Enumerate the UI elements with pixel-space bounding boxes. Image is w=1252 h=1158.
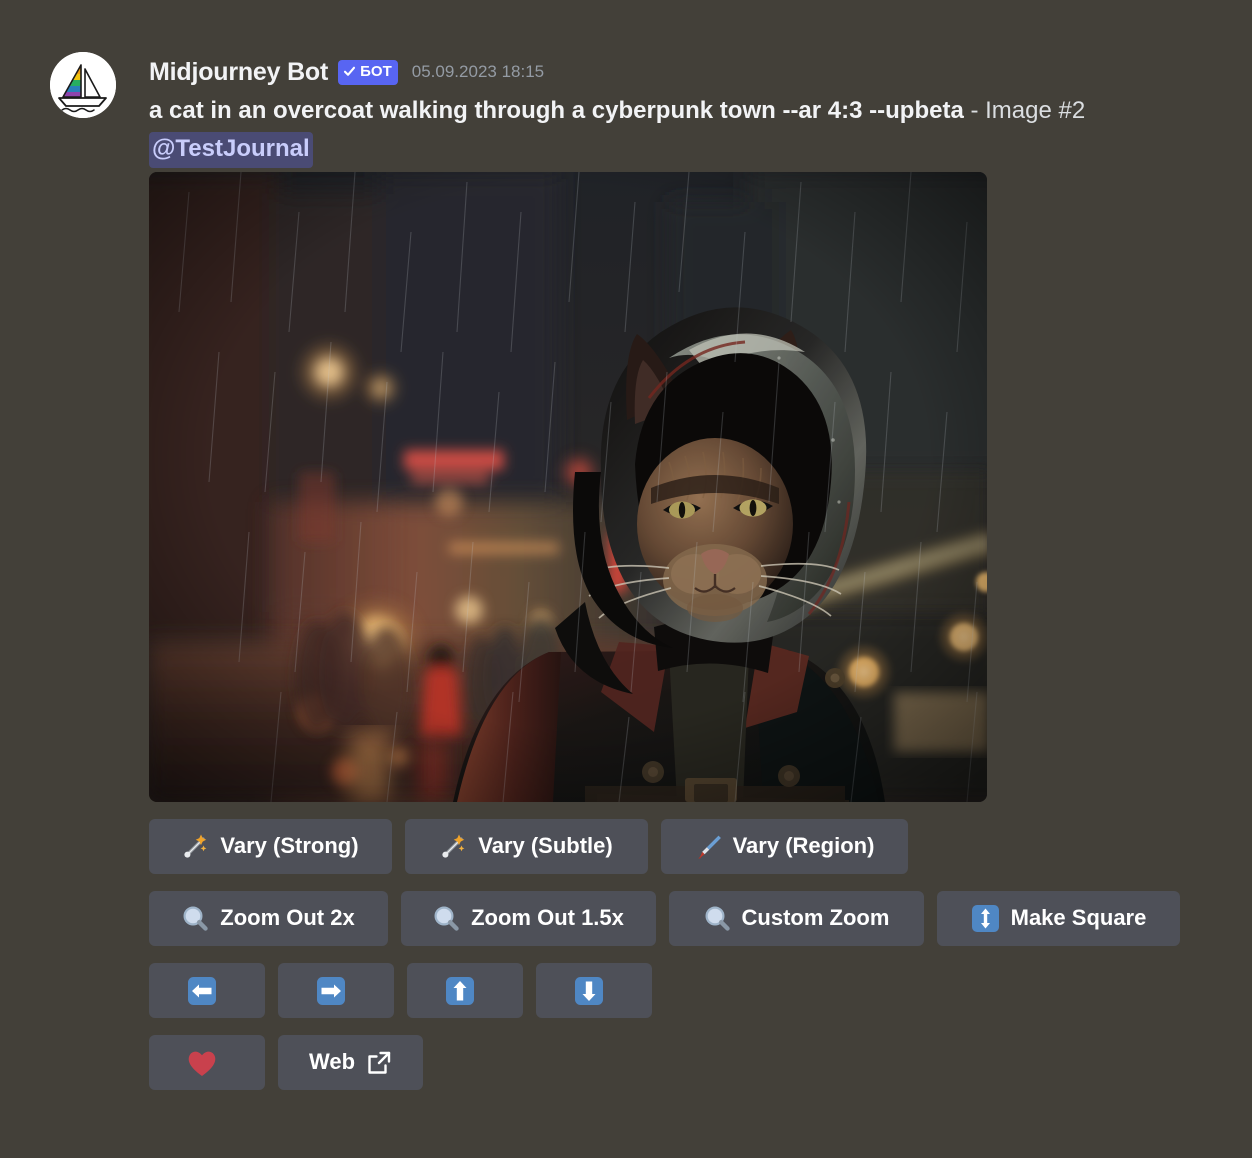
arrow-down-icon bbox=[574, 976, 604, 1006]
vary-region-button[interactable]: Vary (Region) bbox=[661, 819, 908, 874]
check-icon bbox=[343, 65, 356, 78]
heart-icon bbox=[186, 1048, 218, 1078]
magnifier-icon bbox=[433, 905, 460, 932]
author-name[interactable]: Midjourney Bot bbox=[149, 58, 328, 87]
arrow-up-icon bbox=[445, 976, 475, 1006]
zoom-out-1-5x-label: Zoom Out 1.5x bbox=[471, 905, 624, 930]
discord-message: Midjourney Bot БОТ 05.09.2023 18:15 a ca… bbox=[0, 0, 1252, 1158]
open-web-button[interactable]: Web bbox=[278, 1035, 423, 1090]
sailboat-rainbow-avatar-icon bbox=[50, 52, 116, 118]
vary-strong-button[interactable]: Vary (Strong) bbox=[149, 819, 392, 874]
avatar[interactable] bbox=[50, 52, 116, 118]
bot-badge-label: БОТ bbox=[360, 63, 392, 80]
arrow-left-icon bbox=[187, 976, 217, 1006]
pan-down-button[interactable] bbox=[536, 963, 652, 1018]
zoom-out-1-5x-button[interactable]: Zoom Out 1.5x bbox=[401, 891, 656, 946]
action-row-vary: Vary (Strong) Vary (Subtle) Vary (Region… bbox=[149, 819, 908, 874]
prompt-text: a cat in an overcoat walking through a c… bbox=[149, 97, 964, 124]
action-row-zoom: Zoom Out 2x Zoom Out 1.5x Custom Zoom Ma… bbox=[149, 891, 1180, 946]
prompt-image-index: - Image #2 bbox=[963, 97, 1086, 124]
mention-line: @TestJournal bbox=[149, 130, 1239, 168]
action-row-misc: Web bbox=[149, 1035, 423, 1090]
zoom-out-2x-button[interactable]: Zoom Out 2x bbox=[149, 891, 388, 946]
arrow-right-icon bbox=[316, 976, 346, 1006]
make-square-label: Make Square bbox=[1010, 905, 1147, 930]
magic-wand-icon bbox=[440, 833, 467, 860]
external-link-icon bbox=[366, 1050, 392, 1076]
magnifier-icon bbox=[704, 905, 731, 932]
zoom-out-2x-label: Zoom Out 2x bbox=[220, 905, 355, 930]
vary-subtle-button[interactable]: Vary (Subtle) bbox=[405, 819, 648, 874]
custom-zoom-button[interactable]: Custom Zoom bbox=[669, 891, 924, 946]
paintbrush-icon bbox=[695, 833, 722, 860]
pan-right-button[interactable] bbox=[278, 963, 394, 1018]
magnifier-icon bbox=[182, 905, 209, 932]
mention-testjournal[interactable]: @TestJournal bbox=[149, 132, 313, 168]
favorite-button[interactable] bbox=[149, 1035, 265, 1090]
custom-zoom-label: Custom Zoom bbox=[741, 905, 890, 930]
action-row-pan bbox=[149, 963, 652, 1018]
web-label: Web bbox=[308, 1049, 356, 1074]
vary-subtle-label: Vary (Subtle) bbox=[478, 833, 613, 858]
message-content: a cat in an overcoat walking through a c… bbox=[149, 92, 1239, 168]
message-header: Midjourney Bot БОТ 05.09.2023 18:15 bbox=[149, 56, 544, 88]
generated-image-artwork bbox=[149, 172, 987, 802]
generated-image[interactable] bbox=[149, 172, 987, 802]
prompt-line: a cat in an overcoat walking through a c… bbox=[149, 92, 1239, 130]
up-down-arrow-icon bbox=[971, 904, 1000, 933]
vary-region-label: Vary (Region) bbox=[732, 833, 875, 858]
message-timestamp: 05.09.2023 18:15 bbox=[411, 62, 545, 81]
bot-badge: БОТ bbox=[338, 59, 398, 85]
make-square-button[interactable]: Make Square bbox=[937, 891, 1180, 946]
pan-left-button[interactable] bbox=[149, 963, 265, 1018]
magic-wand-icon bbox=[182, 833, 209, 860]
vary-strong-label: Vary (Strong) bbox=[220, 833, 359, 858]
pan-up-button[interactable] bbox=[407, 963, 523, 1018]
